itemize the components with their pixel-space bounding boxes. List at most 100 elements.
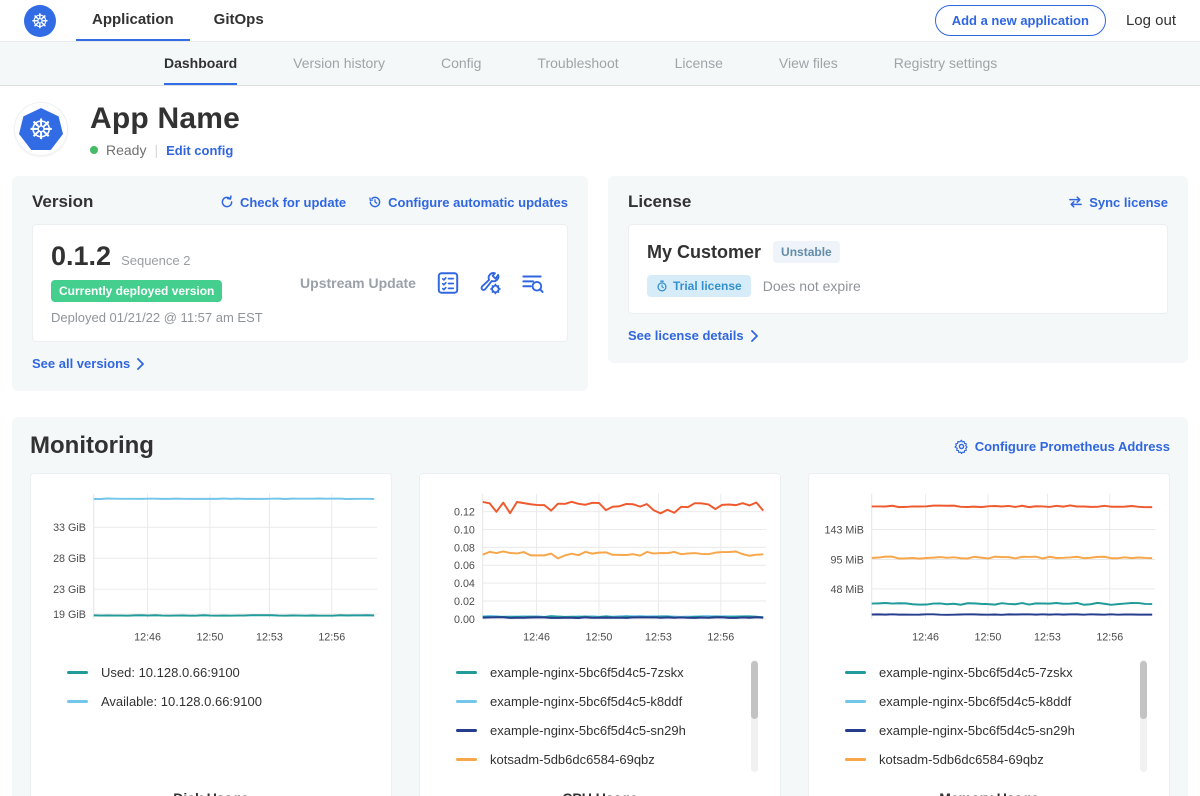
- legend-label: example-nginx-5bc6f5d4c5-7zskx: [879, 665, 1073, 680]
- charts-row: 33 GiB28 GiB23 GiB19 GiB12:4612:5012:531…: [30, 473, 1170, 796]
- chart-card-memory-usage: 143 MiB95 MiB48 MiB12:4612:5012:5312:56e…: [808, 473, 1170, 796]
- configure-prometheus-link[interactable]: Configure Prometheus Address: [954, 439, 1170, 454]
- legend-item: example-nginx-5bc6f5d4c5-sn29h: [456, 716, 772, 745]
- svg-text:12:50: 12:50: [196, 631, 223, 643]
- version-card: Version Check for update Configure autom…: [12, 176, 588, 391]
- gear-icon: [954, 439, 969, 454]
- svg-text:0.02: 0.02: [454, 596, 475, 608]
- tab-view-files[interactable]: View files: [779, 42, 838, 85]
- chart-legend: example-nginx-5bc6f5d4c5-7zskx example-ng…: [456, 658, 772, 776]
- tab-registry-settings[interactable]: Registry settings: [894, 42, 997, 85]
- legend-color-dash: [67, 700, 88, 703]
- svg-text:95 MiB: 95 MiB: [830, 554, 863, 566]
- see-all-versions-link[interactable]: See all versions: [32, 356, 145, 371]
- svg-text:12:53: 12:53: [1034, 631, 1061, 643]
- add-new-application-button[interactable]: Add a new application: [935, 5, 1106, 36]
- tab-license[interactable]: License: [675, 42, 723, 85]
- legend-label: kotsadm-5db6dc6584-69qbz: [490, 752, 655, 767]
- license-card-title: License: [628, 192, 691, 212]
- legend-label: kotsadm-5db6dc6584-69qbz: [879, 752, 1044, 767]
- legend-label: Available: 10.128.0.66:9100: [101, 694, 262, 709]
- app-status-text: Ready: [106, 142, 146, 158]
- chart-plot: 0.120.100.080.060.040.020.0012:4612:5012…: [428, 486, 772, 646]
- svg-text:0.00: 0.00: [454, 614, 475, 626]
- svg-text:28 GiB: 28 GiB: [53, 553, 86, 565]
- check-for-update-link[interactable]: Check for update: [220, 195, 346, 210]
- legend-color-dash: [67, 671, 88, 674]
- svg-text:12:56: 12:56: [1096, 631, 1123, 643]
- svg-text:48 MiB: 48 MiB: [830, 584, 863, 596]
- legend-item: example-nginx-5bc6f5d4c5-7zskx: [845, 658, 1161, 687]
- top-nav: ☸ ApplicationGitOps Add a new applicatio…: [0, 0, 1200, 42]
- legend-label: example-nginx-5bc6f5d4c5-k8ddf: [490, 694, 682, 709]
- svg-text:19 GiB: 19 GiB: [53, 609, 86, 621]
- topnav-tabs: ApplicationGitOps: [76, 0, 280, 41]
- svg-text:33 GiB: 33 GiB: [53, 522, 86, 534]
- chart-card-cpu-usage: 0.120.100.080.060.040.020.0012:4612:5012…: [419, 473, 781, 796]
- legend-scrollbar-thumb[interactable]: [751, 661, 758, 719]
- logout-button[interactable]: Log out: [1126, 12, 1176, 29]
- legend-color-dash: [456, 671, 477, 674]
- chart-legend: example-nginx-5bc6f5d4c5-7zskx example-ng…: [845, 658, 1161, 776]
- version-sequence: Sequence 2: [121, 253, 190, 268]
- monitoring-section: Monitoring Configure Prometheus Address …: [12, 417, 1188, 796]
- svg-text:0.06: 0.06: [454, 560, 475, 572]
- expiry-text: Does not expire: [763, 278, 861, 294]
- topnav-tab-application[interactable]: Application: [76, 0, 190, 41]
- tab-version-history[interactable]: Version history: [293, 42, 385, 85]
- view-logs-icon[interactable]: [519, 270, 545, 296]
- svg-text:12:50: 12:50: [585, 631, 612, 643]
- legend-color-dash: [845, 729, 866, 732]
- version-card-title: Version: [32, 192, 93, 212]
- chart-title: Disk Usage: [39, 790, 383, 796]
- legend-label: example-nginx-5bc6f5d4c5-sn29h: [490, 723, 686, 738]
- app-avatar: ☸: [14, 102, 68, 156]
- legend-item: example-nginx-5bc6f5d4c5-7zskx: [456, 658, 772, 687]
- sync-license-link[interactable]: Sync license: [1068, 195, 1168, 210]
- legend-item: Available: 10.128.0.66:9100: [67, 687, 383, 716]
- svg-text:12:53: 12:53: [645, 631, 672, 643]
- svg-text:0.10: 0.10: [454, 524, 475, 536]
- tab-config[interactable]: Config: [441, 42, 481, 85]
- legend-scrollbar[interactable]: [751, 660, 758, 772]
- sync-icon: [1068, 195, 1083, 209]
- cards-row: Version Check for update Configure autom…: [12, 176, 1188, 391]
- svg-text:0.04: 0.04: [454, 578, 475, 590]
- legend-color-dash: [456, 700, 477, 703]
- svg-text:12:56: 12:56: [707, 631, 734, 643]
- legend-scrollbar-thumb[interactable]: [1140, 661, 1147, 719]
- schedule-update-icon: [368, 195, 382, 209]
- svg-text:23 GiB: 23 GiB: [53, 584, 86, 596]
- chart-title: Memory Usage: [817, 790, 1161, 796]
- configure-automatic-updates-link[interactable]: Configure automatic updates: [368, 195, 568, 210]
- svg-text:12:53: 12:53: [256, 631, 283, 643]
- legend-item: kotsadm-5db6dc6584-69qbz: [845, 745, 1161, 774]
- topnav-tab-gitops[interactable]: GitOps: [198, 0, 280, 41]
- preflight-checks-icon[interactable]: [435, 270, 461, 296]
- topnav-right: Add a new application Log out: [935, 0, 1200, 41]
- edit-config-link[interactable]: Edit config: [166, 143, 233, 158]
- legend-item: example-nginx-5bc6f5d4c5-k8ddf: [456, 687, 772, 716]
- svg-text:0.12: 0.12: [454, 507, 475, 519]
- page-title: App Name: [90, 102, 240, 136]
- config-wrench-icon[interactable]: [477, 270, 503, 296]
- tab-dashboard[interactable]: Dashboard: [164, 42, 237, 85]
- legend-item: kotsadm-5db6dc6584-69qbz: [456, 745, 772, 774]
- tab-troubleshoot[interactable]: Troubleshoot: [537, 42, 618, 85]
- kubernetes-helm-icon: ☸: [24, 5, 56, 37]
- see-license-details-link[interactable]: See license details: [628, 328, 759, 343]
- chart-plot: 33 GiB28 GiB23 GiB19 GiB12:4612:5012:531…: [39, 486, 383, 646]
- divider: |: [154, 142, 158, 158]
- svg-text:0.08: 0.08: [454, 542, 475, 554]
- legend-item: example-nginx-5bc6f5d4c5-k8ddf: [845, 687, 1161, 716]
- version-number: 0.1.2: [51, 241, 111, 272]
- legend-item: Used: 10.128.0.66:9100: [67, 658, 383, 687]
- stopwatch-icon: [656, 280, 668, 292]
- legend-scrollbar[interactable]: [1140, 660, 1147, 772]
- chevron-right-icon: [136, 358, 145, 370]
- chart-title: CPU Usage: [428, 790, 772, 796]
- current-version-row: 0.1.2 Sequence 2 Currently deployed vers…: [32, 224, 568, 342]
- customer-name: My Customer: [647, 242, 761, 263]
- deployed-badge: Currently deployed version: [51, 280, 222, 302]
- legend-color-dash: [456, 729, 477, 732]
